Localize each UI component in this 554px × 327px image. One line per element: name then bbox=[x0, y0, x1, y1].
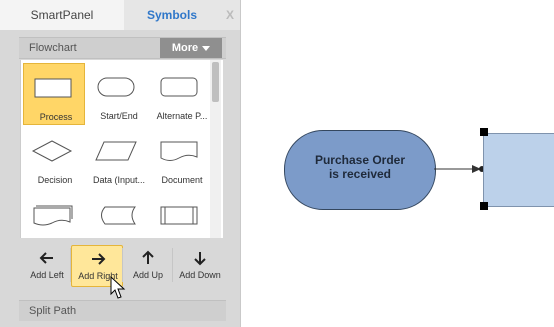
stored-data-icon bbox=[101, 206, 136, 225]
shape-label: Alternate P... bbox=[156, 111, 208, 121]
flowchart-start-end-node[interactable]: Purchase Order is received bbox=[284, 130, 436, 210]
shape-label: Document bbox=[161, 175, 203, 185]
node-text: Purchase Order is received bbox=[285, 153, 435, 181]
drawing-canvas[interactable]: Purchase Order is received bbox=[241, 0, 554, 327]
panel-tabs: SmartPanel Symbols X bbox=[0, 0, 240, 30]
split-path-section-header[interactable]: Split Path bbox=[19, 300, 226, 321]
shape-alternate-process[interactable]: Alternate P... bbox=[150, 63, 210, 123]
resize-handle[interactable] bbox=[480, 128, 488, 136]
shapes-scrollbar-thumb[interactable] bbox=[212, 62, 219, 102]
arrow-down-icon bbox=[194, 252, 206, 266]
add-down-label: Add Down bbox=[179, 270, 221, 280]
more-button-label: More bbox=[171, 42, 199, 54]
divider bbox=[172, 248, 173, 282]
add-up-button[interactable]: Add Up bbox=[122, 245, 172, 285]
flowchart-process-node[interactable] bbox=[483, 133, 554, 207]
predefined-process-icon bbox=[160, 206, 198, 225]
flowchart-shapes-grid: Process Start/End Alternate P... Decisio… bbox=[20, 60, 223, 238]
shape-data[interactable]: Data (Input... bbox=[87, 127, 147, 187]
close-panel-button[interactable]: X bbox=[220, 0, 240, 30]
more-button[interactable]: More bbox=[160, 38, 222, 58]
data-icon bbox=[95, 141, 137, 161]
shape-multi-document[interactable] bbox=[23, 191, 83, 238]
add-left-label: Add Left bbox=[30, 270, 64, 280]
flowchart-section-title: Flowchart bbox=[29, 42, 77, 54]
shape-label: Data (Input... bbox=[92, 175, 146, 185]
arrow-up-icon bbox=[142, 250, 154, 264]
connector-arrow[interactable] bbox=[434, 160, 486, 178]
arrow-left-icon bbox=[39, 252, 53, 264]
alternate-process-icon bbox=[160, 77, 198, 97]
caret-down-icon bbox=[202, 45, 211, 51]
flowchart-section-header: Flowchart More bbox=[19, 37, 226, 59]
decision-icon bbox=[31, 140, 73, 162]
add-down-button[interactable]: Add Down bbox=[174, 245, 224, 285]
shape-label: Decision bbox=[37, 175, 73, 185]
document-icon bbox=[160, 141, 198, 161]
tab-symbols[interactable]: Symbols bbox=[124, 0, 220, 30]
multi-document-icon bbox=[33, 205, 73, 226]
shape-decision[interactable]: Decision bbox=[23, 127, 83, 187]
shape-label: Process bbox=[39, 112, 73, 122]
resize-handle[interactable] bbox=[480, 202, 488, 210]
process-icon bbox=[34, 78, 72, 98]
add-up-label: Add Up bbox=[132, 270, 164, 280]
node-text-line-2: is received bbox=[328, 167, 392, 181]
add-left-button[interactable]: Add Left bbox=[21, 245, 71, 285]
split-path-title: Split Path bbox=[29, 305, 77, 317]
arrow-right-icon bbox=[92, 253, 106, 265]
shape-predefined-process[interactable] bbox=[150, 191, 210, 238]
shape-stored-data[interactable] bbox=[87, 191, 147, 238]
shape-document[interactable]: Document bbox=[150, 127, 210, 187]
shape-label: Start/End bbox=[100, 111, 138, 121]
smart-panel: SmartPanel Symbols X Flowchart More Proc… bbox=[0, 0, 240, 327]
tab-smartpanel[interactable]: SmartPanel bbox=[0, 0, 124, 30]
node-text-line-1: Purchase Order bbox=[314, 153, 406, 167]
mouse-cursor-icon bbox=[110, 276, 126, 299]
shape-process[interactable]: Process bbox=[23, 63, 85, 125]
start-end-icon bbox=[97, 77, 135, 97]
shape-start-end[interactable]: Start/End bbox=[87, 63, 147, 123]
